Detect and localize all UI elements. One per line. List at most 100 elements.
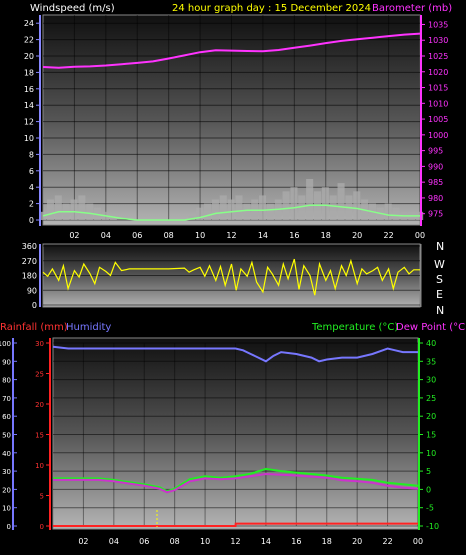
- wind-x-tick-label: 04: [101, 231, 111, 240]
- wind-tick-label: 0: [29, 216, 34, 225]
- humidity-tick-label: 80: [2, 377, 11, 385]
- gust-bar: [384, 203, 392, 220]
- temp-tick-label: 25: [426, 394, 436, 403]
- humidity-tick-label: 70: [2, 395, 11, 403]
- wind-tick-label: 16: [24, 85, 34, 94]
- wind-axis-ticks: 024681012141618202224: [24, 19, 40, 225]
- humidity-tick-label: 0: [7, 523, 11, 531]
- wind-x-tick-label: 16: [289, 231, 299, 240]
- rain-tick-label: 20: [35, 401, 44, 409]
- temp-tick-label: 10: [426, 449, 436, 458]
- rain-tick-label: 0: [40, 523, 44, 531]
- gust-bar: [392, 207, 400, 220]
- wind-tick-label: 24: [24, 19, 34, 28]
- baro-tick-label: 1005: [428, 115, 448, 124]
- rain-tick-label: 5: [40, 493, 44, 501]
- graph-title: 24 hour graph day : 15 December 2024: [172, 3, 371, 14]
- wind-baro-panel: 024681012141618202224 975980985990995100…: [24, 3, 452, 240]
- wind-tick-label: 22: [24, 36, 34, 45]
- wind-x-tick-label: 22: [383, 231, 393, 240]
- baro-tick-label: 1025: [428, 52, 448, 61]
- humidity-tick-label: 50: [2, 432, 11, 440]
- wind-tick-label: 10: [24, 134, 34, 143]
- gust-bar: [219, 195, 227, 220]
- temp-tick-label: 5: [426, 467, 431, 476]
- wind-x-tick-label: 08: [164, 231, 174, 240]
- gust-bar: [54, 195, 62, 220]
- temp-x-tick-label: 16: [291, 537, 301, 546]
- temp-x-tick-label: 02: [78, 537, 88, 546]
- gust-bar: [282, 191, 290, 220]
- baro-tick-label: 990: [428, 162, 443, 171]
- humidity-tick-label: 30: [2, 468, 11, 476]
- temp-tick-label: 40: [426, 339, 436, 348]
- gust-bar: [298, 195, 306, 220]
- gust-bar: [46, 199, 54, 220]
- humidity-tick-label: 100: [0, 340, 11, 348]
- temp-x-tick-label: 14: [261, 537, 271, 546]
- gust-bar: [204, 203, 212, 220]
- temp-x-tick-label: 04: [109, 537, 119, 546]
- compass-n-bottom: N: [436, 304, 444, 317]
- gust-bar: [353, 191, 361, 220]
- gust-bar: [243, 203, 251, 220]
- compass-s: S: [436, 273, 443, 286]
- compass-e: E: [436, 288, 443, 301]
- compass-n-top: N: [436, 240, 444, 253]
- dew-axis-label: Dew Point (°C): [396, 322, 466, 333]
- weather-graph: 024681012141618202224 975980985990995100…: [0, 3, 466, 546]
- direction-tick-label: 360: [22, 242, 37, 251]
- wind-axis-label: Windspeed (m/s): [30, 3, 115, 14]
- temp-axis-label: Temperature (°C): [311, 322, 398, 333]
- rain-axis-ticks: 30 25 20 15 10 5 0: [35, 340, 50, 531]
- gust-bar: [266, 203, 274, 220]
- wind-tick-label: 4: [29, 183, 34, 192]
- temp-humidity-panel: 1009080706050403020100 302520151050 4035…: [0, 322, 466, 546]
- temp-x-tick-label: 20: [352, 537, 362, 546]
- baro-tick-label: 1000: [428, 131, 448, 140]
- temp-tick-label: 20: [426, 412, 436, 421]
- temp-x-tick-label: 00: [413, 537, 423, 546]
- temp-x-tick-label: 10: [200, 537, 210, 546]
- wind-tick-label: 8: [29, 150, 34, 159]
- temp-axis-ticks: 40 35 30 25 20 15 10 5 0 -5 -10: [419, 339, 439, 531]
- temp-x-axis-ticks: 02 04 06 08 10 12 14 16 18 20 22 00: [78, 537, 423, 546]
- wind-x-axis-ticks: 02 04 06 08 10 12 14 16 18 20 22 00: [69, 231, 425, 240]
- gust-bar: [321, 187, 329, 220]
- baro-tick-label: 985: [428, 178, 443, 187]
- temp-x-tick-label: 08: [170, 537, 180, 546]
- gust-bar: [70, 199, 78, 220]
- temp-tick-label: 35: [426, 357, 436, 366]
- rain-tick-label: 10: [35, 462, 44, 470]
- gust-bar: [337, 183, 345, 220]
- humidity-axis-label: Humidity: [66, 322, 111, 333]
- gust-bar: [227, 199, 235, 220]
- baro-tick-label: 1010: [428, 99, 448, 108]
- wind-x-tick-label: 10: [195, 231, 205, 240]
- direction-axis-ticks: 360 270 180 90 0: [22, 242, 37, 310]
- direction-tick-label: 90: [27, 286, 37, 295]
- humidity-tick-label: 10: [2, 505, 11, 513]
- wind-x-tick-label: 20: [352, 231, 362, 240]
- temp-tick-label: 0: [426, 485, 431, 494]
- temp-x-tick-label: 06: [139, 537, 149, 546]
- wind-x-tick-label: 12: [226, 231, 236, 240]
- gust-bar: [290, 187, 298, 220]
- compass-labels: N W S E N: [434, 240, 445, 317]
- temp-x-tick-label: 18: [322, 537, 332, 546]
- gust-bar: [258, 195, 267, 220]
- rain-axis-label: Rainfall (mm): [0, 322, 68, 333]
- baro-axis-label: Barometer (mb): [372, 3, 452, 14]
- direction-tick-label: 0: [32, 301, 37, 310]
- rain-tick-label: 30: [35, 340, 44, 348]
- wind-x-tick-label: 02: [69, 231, 79, 240]
- wind-x-tick-label: 06: [132, 231, 142, 240]
- temp-tick-label: 30: [426, 376, 436, 385]
- wind-x-tick-label: 00: [415, 231, 425, 240]
- compass-w: W: [434, 258, 445, 271]
- temp-tick-label: -10: [426, 522, 439, 531]
- humidity-axis-ticks: 1009080706050403020100: [0, 340, 17, 531]
- baro-tick-label: 1015: [428, 84, 448, 93]
- humidity-tick-label: 90: [2, 358, 11, 366]
- direction-tick-label: 180: [22, 272, 37, 281]
